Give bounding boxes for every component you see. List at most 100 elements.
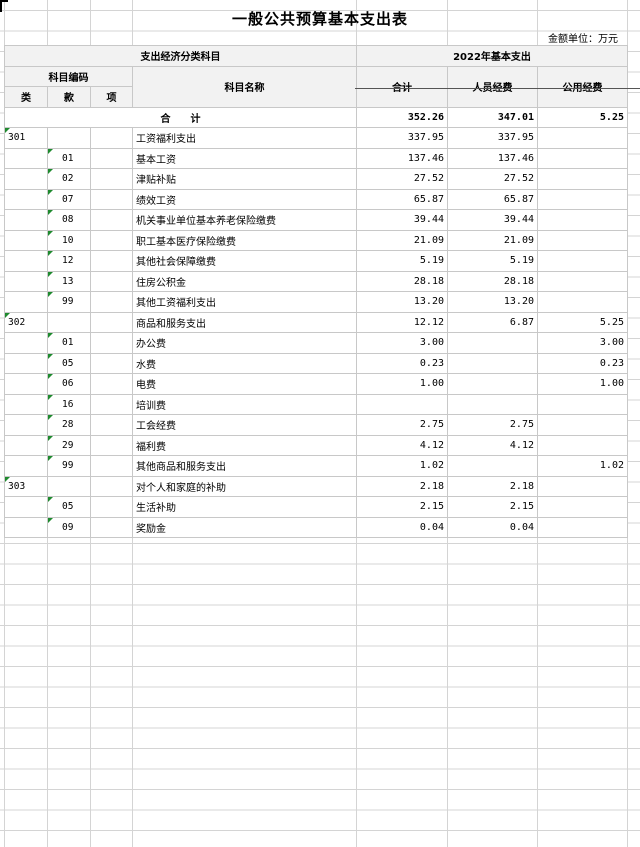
cell-kuan[interactable]: 05 <box>47 496 91 518</box>
cell-kuan[interactable]: 09 <box>47 516 91 538</box>
header-col-name[interactable]: 科目名称 <box>132 65 357 108</box>
cell-public[interactable] <box>537 496 628 518</box>
cell-name[interactable]: 商品和服务支出 <box>132 311 357 333</box>
cell-name[interactable]: 工会经费 <box>132 414 357 436</box>
cell-kuan[interactable]: 01 <box>47 147 91 169</box>
cell-xiang[interactable] <box>90 127 133 149</box>
cell-lei[interactable] <box>4 291 48 313</box>
header-year-group[interactable]: 2022年基本支出 <box>356 45 628 67</box>
cell-lei[interactable]: 301 <box>4 127 48 149</box>
cell-total[interactable]: 2.75 <box>356 414 448 436</box>
cell-lei[interactable] <box>4 352 48 374</box>
cell-lei[interactable] <box>4 434 48 456</box>
cell-total[interactable]: 5.19 <box>356 250 448 272</box>
cell-xiang[interactable] <box>90 352 133 374</box>
total-personnel[interactable]: 347.01 <box>447 106 538 128</box>
cell-total[interactable]: 137.46 <box>356 147 448 169</box>
cell-public[interactable]: 1.00 <box>537 373 628 395</box>
cell-public[interactable] <box>537 393 628 415</box>
cell-total[interactable]: 1.00 <box>356 373 448 395</box>
cell-personnel[interactable]: 0.04 <box>447 516 538 538</box>
cell-xiang[interactable] <box>90 209 133 231</box>
cell-total[interactable] <box>356 393 448 415</box>
cell-public[interactable] <box>537 188 628 210</box>
header-code-group[interactable]: 科目编码 <box>4 65 133 87</box>
cell-personnel[interactable] <box>447 373 538 395</box>
cell-total[interactable]: 0.04 <box>356 516 448 538</box>
cell-xiang[interactable] <box>90 393 133 415</box>
cell-xiang[interactable] <box>90 455 133 477</box>
cell-xiang[interactable] <box>90 229 133 251</box>
cell-personnel[interactable]: 27.52 <box>447 168 538 190</box>
cell-personnel[interactable]: 21.09 <box>447 229 538 251</box>
total-label[interactable]: 合 计 <box>4 106 357 128</box>
cell-xiang[interactable] <box>90 270 133 292</box>
cell-xiang[interactable] <box>90 414 133 436</box>
cell-personnel[interactable]: 65.87 <box>447 188 538 210</box>
cell-lei[interactable]: 302 <box>4 311 48 333</box>
cell-lei[interactable] <box>4 393 48 415</box>
cell-total[interactable]: 27.52 <box>356 168 448 190</box>
cell-lei[interactable] <box>4 147 48 169</box>
cell-kuan[interactable]: 13 <box>47 270 91 292</box>
cell-public[interactable] <box>537 414 628 436</box>
cell-public[interactable] <box>537 434 628 456</box>
cell-public[interactable] <box>537 147 628 169</box>
cell-personnel[interactable]: 2.18 <box>447 475 538 497</box>
cell-lei[interactable] <box>4 250 48 272</box>
cell-name[interactable]: 培训费 <box>132 393 357 415</box>
cell-lei[interactable] <box>4 414 48 436</box>
cell-total[interactable]: 13.20 <box>356 291 448 313</box>
cell-personnel[interactable] <box>447 352 538 374</box>
cell-personnel[interactable]: 28.18 <box>447 270 538 292</box>
cell-lei[interactable] <box>4 168 48 190</box>
cell-name[interactable]: 基本工资 <box>132 147 357 169</box>
header-col-personnel[interactable]: 人员经费 <box>447 65 538 108</box>
cell-lei[interactable]: 303 <box>4 475 48 497</box>
cell-total[interactable]: 2.15 <box>356 496 448 518</box>
cell-public[interactable] <box>537 291 628 313</box>
cell-name[interactable]: 机关事业单位基本养老保险缴费 <box>132 209 357 231</box>
cell-kuan[interactable]: 08 <box>47 209 91 231</box>
cell-kuan[interactable] <box>47 475 91 497</box>
cell-public[interactable] <box>537 516 628 538</box>
header-col-public[interactable]: 公用经费 <box>537 65 628 108</box>
cell-name[interactable]: 津贴补贴 <box>132 168 357 190</box>
cell-lei[interactable] <box>4 209 48 231</box>
cell-name[interactable]: 绩效工资 <box>132 188 357 210</box>
cell-lei[interactable] <box>4 229 48 251</box>
cell-public[interactable]: 1.02 <box>537 455 628 477</box>
cell-total[interactable]: 4.12 <box>356 434 448 456</box>
cell-kuan[interactable] <box>47 311 91 333</box>
cell-name[interactable]: 水费 <box>132 352 357 374</box>
cell-public[interactable]: 0.23 <box>537 352 628 374</box>
header-category-group[interactable]: 支出经济分类科目 <box>4 45 357 67</box>
cell-lei[interactable] <box>4 188 48 210</box>
cell-lei[interactable] <box>4 516 48 538</box>
cell-xiang[interactable] <box>90 250 133 272</box>
cell-kuan[interactable]: 05 <box>47 352 91 374</box>
cell-xiang[interactable] <box>90 332 133 354</box>
cell-name[interactable]: 住房公积金 <box>132 270 357 292</box>
cell-name[interactable]: 福利费 <box>132 434 357 456</box>
cell-kuan[interactable]: 07 <box>47 188 91 210</box>
cell-personnel[interactable]: 13.20 <box>447 291 538 313</box>
cell-personnel[interactable]: 2.15 <box>447 496 538 518</box>
cell-name[interactable]: 其他社会保障缴费 <box>132 250 357 272</box>
cell-kuan[interactable]: 99 <box>47 291 91 313</box>
cell-personnel[interactable] <box>447 332 538 354</box>
header-col-lei[interactable]: 类 <box>4 86 48 108</box>
cell-public[interactable] <box>537 250 628 272</box>
total-public[interactable]: 5.25 <box>537 106 628 128</box>
cell-public[interactable]: 5.25 <box>537 311 628 333</box>
cell-lei[interactable] <box>4 496 48 518</box>
cell-total[interactable]: 65.87 <box>356 188 448 210</box>
cell-kuan[interactable]: 01 <box>47 332 91 354</box>
cell-personnel[interactable]: 137.46 <box>447 147 538 169</box>
cell-xiang[interactable] <box>90 496 133 518</box>
cell-kuan[interactable]: 12 <box>47 250 91 272</box>
cell-kuan[interactable]: 28 <box>47 414 91 436</box>
cell-total[interactable]: 1.02 <box>356 455 448 477</box>
cell-name[interactable]: 办公费 <box>132 332 357 354</box>
cell-xiang[interactable] <box>90 188 133 210</box>
